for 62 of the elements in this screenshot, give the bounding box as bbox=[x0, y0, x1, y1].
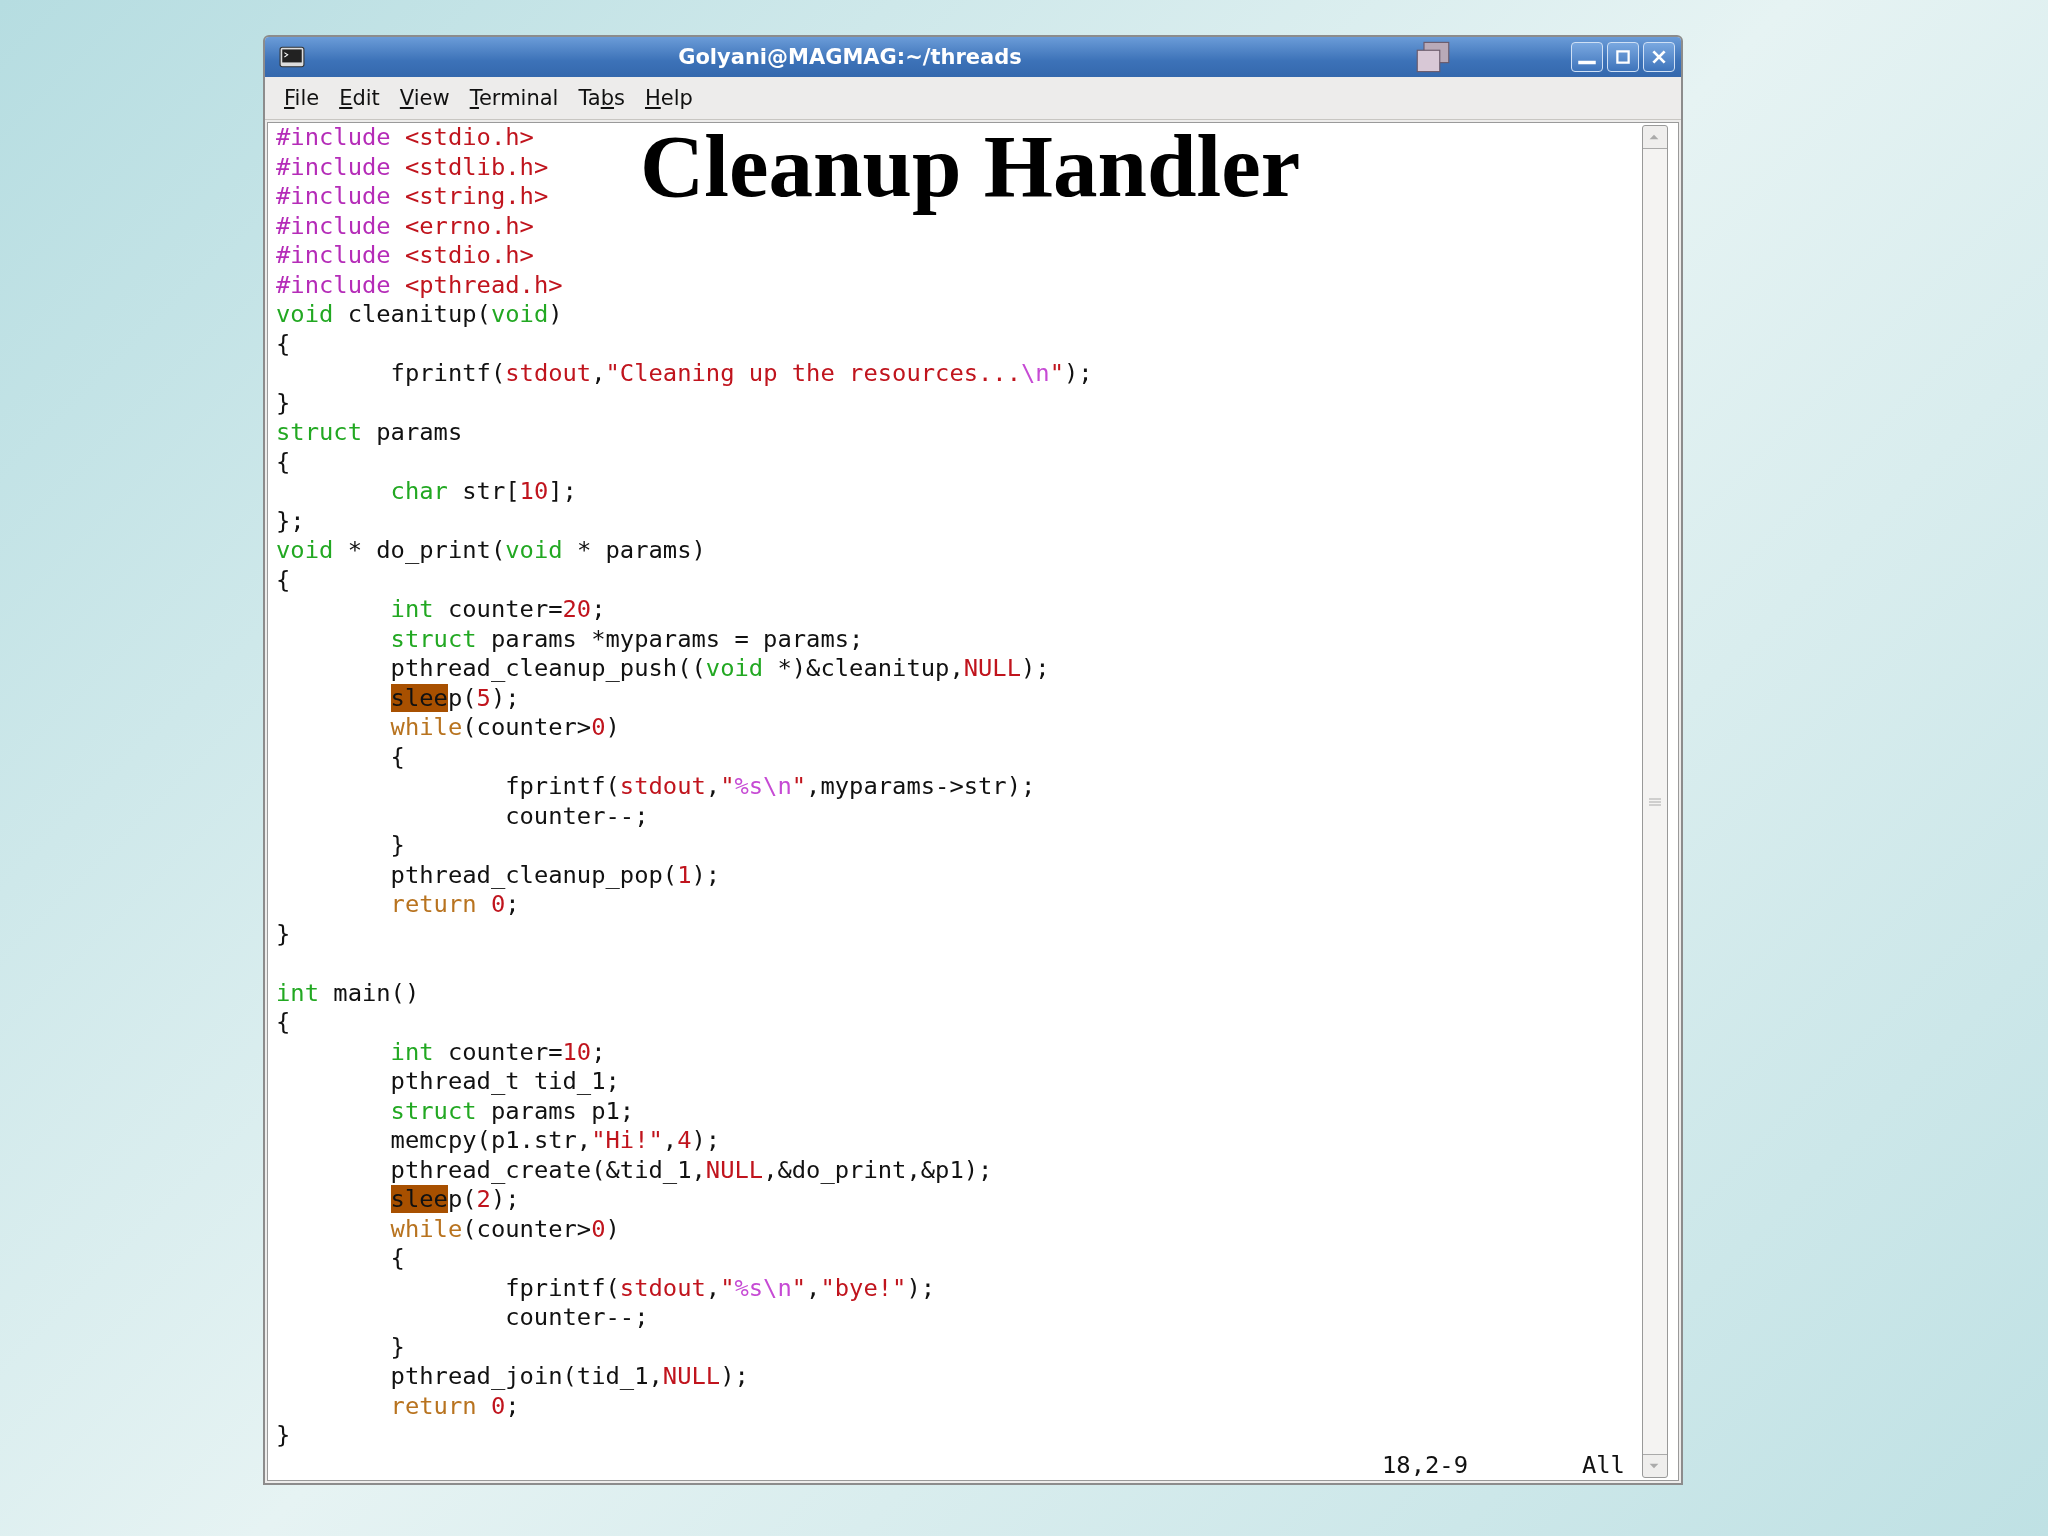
code-line: } bbox=[389, 1332, 405, 1362]
code-line: { bbox=[276, 329, 291, 359]
window-title: Golyani@MAGMAG:~/threads bbox=[678, 45, 1022, 69]
slide-title: Cleanup Handler bbox=[640, 116, 1301, 217]
menu-item[interactable]: Edit bbox=[330, 82, 389, 114]
code-line: { bbox=[389, 742, 405, 772]
code-line: { bbox=[276, 1008, 291, 1038]
code-line: struct params *myparams = params; bbox=[389, 624, 864, 654]
code-line: }; bbox=[276, 506, 305, 536]
code-line: fprintf(stdout,"Cleaning up the resources...\n"); bbox=[389, 359, 1093, 389]
code-line: #include <string.h> bbox=[276, 182, 549, 212]
code-line: char str[10]; bbox=[389, 477, 577, 507]
code-line: void * do_print(void * params) bbox=[276, 536, 706, 566]
code-line: void cleanitup(void) bbox=[276, 300, 563, 330]
code-line: pthread_cleanup_push((void *)&cleanitup,NULL); bbox=[389, 654, 1050, 684]
code-line: pthread_join(tid_1,NULL); bbox=[389, 1362, 749, 1392]
code-line: } bbox=[276, 1421, 291, 1451]
code-line: int main() bbox=[276, 978, 420, 1008]
code-line: sleep(2); bbox=[389, 1185, 520, 1215]
code-line: } bbox=[276, 919, 291, 949]
code-line: int counter=20; bbox=[389, 595, 606, 625]
menu-item[interactable]: Help bbox=[636, 82, 702, 114]
code-line: #include <stdio.h> bbox=[276, 123, 534, 153]
menu-item[interactable]: Tabs bbox=[569, 82, 634, 114]
menu-item[interactable]: File bbox=[275, 82, 329, 114]
code-line: while(counter>0) bbox=[389, 1214, 620, 1244]
code-line: #include <stdio.h> bbox=[276, 241, 534, 271]
close-button[interactable] bbox=[1643, 42, 1675, 72]
code-line: memcpy(p1.str,"Hi!",4); bbox=[389, 1126, 721, 1156]
menu-item[interactable]: View bbox=[390, 82, 459, 114]
code-line: struct params bbox=[276, 418, 463, 448]
code-line: return 0; bbox=[389, 1391, 520, 1421]
close-icon bbox=[1650, 48, 1668, 66]
code-line: pthread_cleanup_pop(1); bbox=[389, 860, 721, 890]
code-line: return 0; bbox=[389, 890, 520, 920]
scroll-position: All bbox=[1581, 1450, 1625, 1480]
code-line: while(counter>0) bbox=[389, 713, 620, 743]
code-line: pthread_t tid_1; bbox=[389, 1067, 620, 1097]
code-line: fprintf(stdout,"%s\n","bye!"); bbox=[504, 1273, 936, 1303]
code-line: #include <errno.h> bbox=[276, 211, 534, 241]
code-line: sleep(5); bbox=[389, 683, 520, 713]
code-line: pthread_create(&tid_1,NULL,&do_print,&p1); bbox=[389, 1155, 993, 1185]
code-line: { bbox=[276, 565, 291, 595]
code-line: int counter=10; bbox=[389, 1037, 606, 1067]
code-line: } bbox=[276, 388, 291, 418]
minimize-icon bbox=[1578, 58, 1596, 66]
menu-item[interactable]: Terminal bbox=[460, 82, 568, 114]
code-line: { bbox=[389, 1244, 405, 1274]
maximize-icon bbox=[1614, 48, 1632, 66]
code-line: #include <pthread.h> bbox=[276, 270, 563, 300]
windows-icon[interactable] bbox=[1415, 40, 1451, 74]
minimize-button[interactable] bbox=[1571, 42, 1603, 72]
code-line: fprintf(stdout,"%s\n",myparams->str); bbox=[504, 772, 1036, 802]
code-line: counter--; bbox=[504, 1303, 649, 1333]
code-line: counter--; bbox=[504, 801, 649, 831]
code-line: #include <stdlib.h> bbox=[276, 152, 549, 182]
code-line: } bbox=[389, 831, 405, 861]
maximize-button[interactable] bbox=[1607, 42, 1639, 72]
code-line: struct params p1; bbox=[389, 1096, 635, 1126]
cursor-position: 18,2-9 bbox=[1382, 1450, 1468, 1480]
terminal-icon bbox=[279, 46, 305, 68]
code-line: { bbox=[276, 447, 291, 477]
